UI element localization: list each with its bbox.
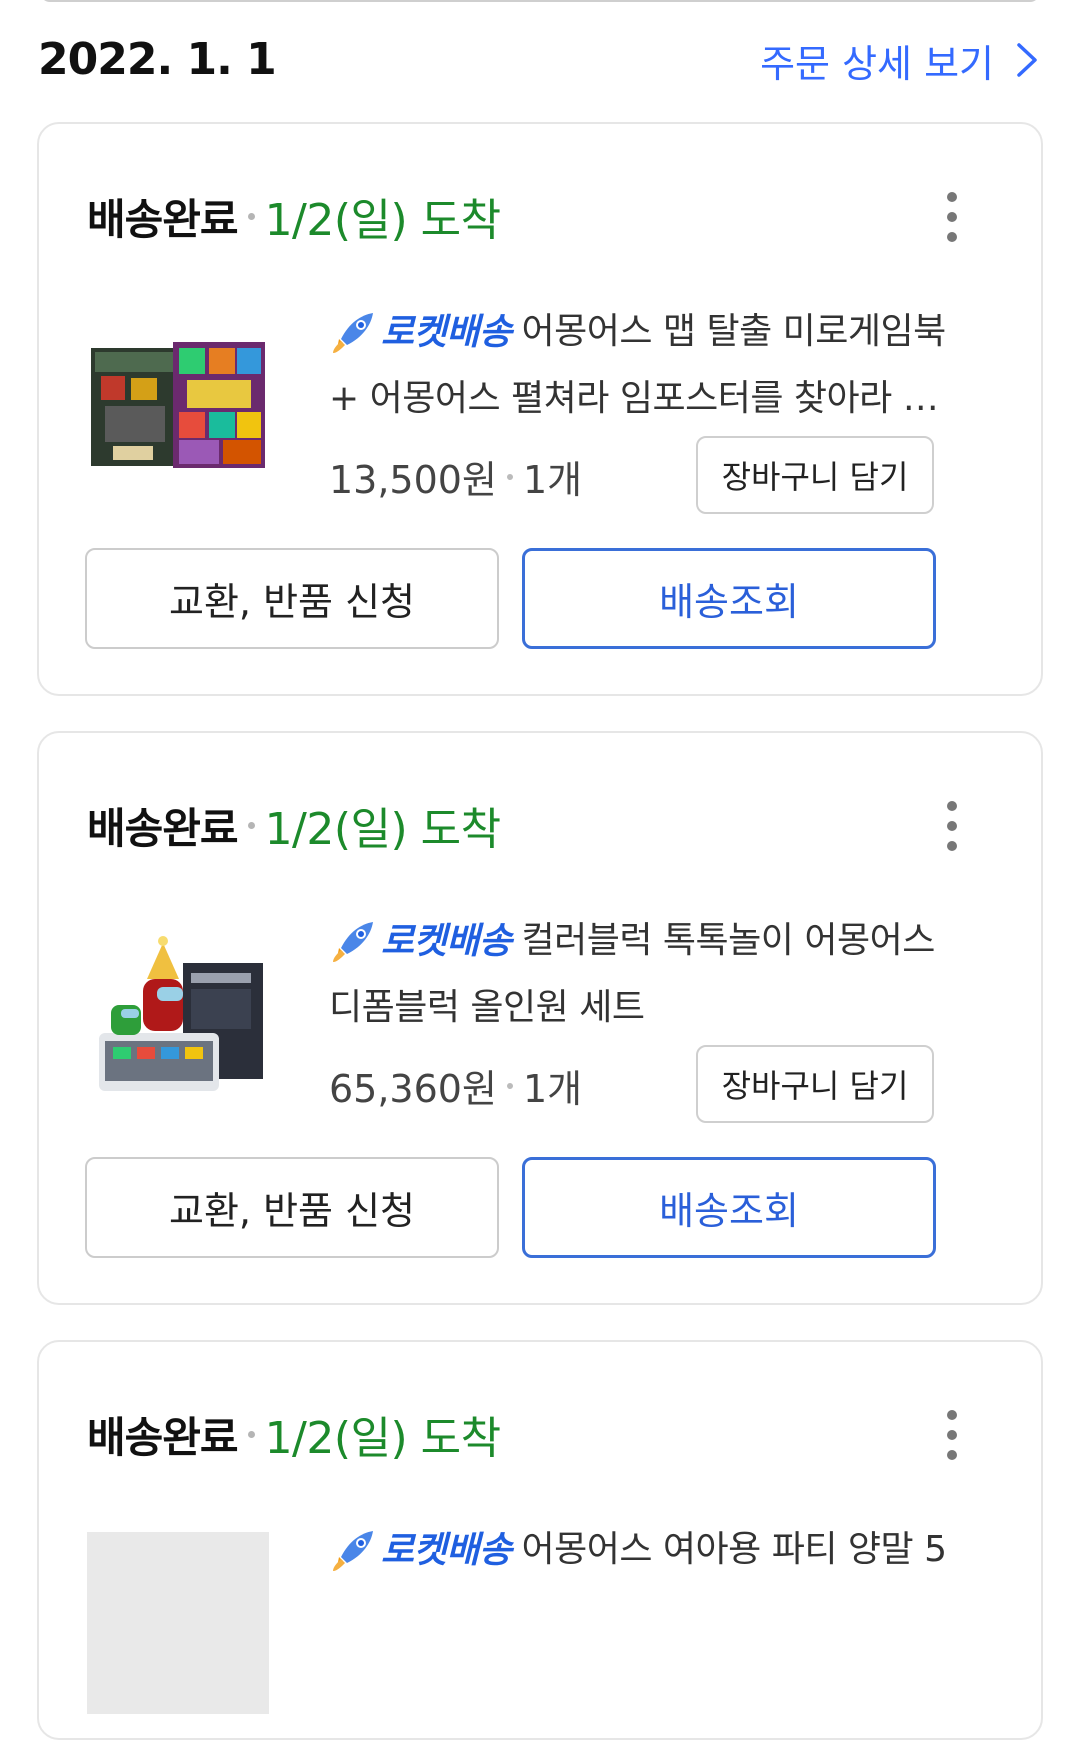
more-options-icon[interactable] xyxy=(939,801,963,851)
price-quantity: 13,500원 1개 xyxy=(329,449,582,504)
separator-dot xyxy=(247,821,255,829)
rocket-icon xyxy=(333,922,373,962)
product-info[interactable]: 로켓배송 어몽어스 맵 탈출 미로게임북 + 어몽어스 펼쳐라 임포스터를 찾아라… xyxy=(329,299,969,432)
product-title[interactable]: 로켓배송 컬러블럭 톡톡놀이 어몽어스 디폼블럭 올인원 세트 xyxy=(329,908,969,1041)
rocket-delivery-badge: 로켓배송 xyxy=(329,1518,512,1584)
previous-card-edge xyxy=(40,0,1040,2)
rocket-delivery-label: 로켓배송 xyxy=(381,312,512,353)
product-title[interactable]: 로켓배송 어몽어스 여아용 파티 양말 5 xyxy=(329,1517,969,1584)
more-options-icon[interactable] xyxy=(939,192,963,242)
exchange-return-button[interactable]: 교환, 반품 신청 xyxy=(85,1157,499,1258)
delivery-status: 배송완료 1/2(일) 도착 xyxy=(87,793,501,857)
order-actions: 교환, 반품 신청 배송조회 xyxy=(85,1157,936,1258)
order-card: 배송완료 1/2(일) 도착 로켓배송 어몽어스 여아용 파티 양말 5 xyxy=(37,1340,1043,1740)
product-title[interactable]: 로켓배송 어몽어스 맵 탈출 미로게임북 + 어몽어스 펼쳐라 임포스터를 찾아라… xyxy=(329,299,969,432)
separator-dot xyxy=(247,212,255,220)
delivery-status: 배송완료 1/2(일) 도착 xyxy=(87,184,501,248)
product-info[interactable]: 로켓배송 어몽어스 여아용 파티 양말 5 xyxy=(329,1517,969,1584)
separator-dot xyxy=(506,1082,513,1089)
arrival-date: 1/2(일) 도착 xyxy=(264,804,502,855)
product-info[interactable]: 로켓배송 컬러블럭 톡톡놀이 어몽어스 디폼블럭 올인원 세트 xyxy=(329,908,969,1041)
order-card: 배송완료 1/2(일) 도착 로켓배송 어몽어스 맵 탈출 미로게임북 + 어몽어… xyxy=(37,122,1043,696)
track-delivery-button[interactable]: 배송조회 xyxy=(522,548,936,649)
order-header: 2022. 1. 1 주문 상세 보기 xyxy=(38,30,1038,94)
more-options-icon[interactable] xyxy=(939,1410,963,1460)
arrival-date: 1/2(일) 도착 xyxy=(264,195,502,246)
add-to-cart-button[interactable]: 장바구니 담기 xyxy=(696,1045,934,1123)
product-price: 65,360원 xyxy=(329,1067,497,1111)
order-actions: 교환, 반품 신청 배송조회 xyxy=(85,548,936,649)
order-detail-link[interactable]: 주문 상세 보기 xyxy=(760,30,1038,90)
order-card: 배송완료 1/2(일) 도착 로켓배송 컬러블럭 톡톡놀이 어몽어스 디폼블럭 올… xyxy=(37,731,1043,1305)
product-name: 어몽어스 여아용 파티 양말 5 xyxy=(521,1529,947,1570)
rocket-delivery-badge: 로켓배송 xyxy=(329,909,512,975)
product-thumbnail[interactable] xyxy=(87,923,269,1105)
rocket-icon xyxy=(333,313,373,353)
product-thumbnail[interactable] xyxy=(87,1532,269,1714)
status-label: 배송완료 xyxy=(87,803,239,853)
socks-image xyxy=(87,1532,269,1714)
track-delivery-button[interactable]: 배송조회 xyxy=(522,1157,936,1258)
status-label: 배송완료 xyxy=(87,1412,239,1462)
rocket-delivery-label: 로켓배송 xyxy=(381,921,512,962)
book-set-image xyxy=(91,342,265,468)
add-to-cart-button[interactable]: 장바구니 담기 xyxy=(696,436,934,514)
chevron-right-icon xyxy=(1017,43,1037,77)
exchange-return-button[interactable]: 교환, 반품 신청 xyxy=(85,548,499,649)
price-quantity: 65,360원 1개 xyxy=(329,1058,582,1113)
status-label: 배송완료 xyxy=(87,194,239,244)
product-price: 13,500원 xyxy=(329,458,497,502)
product-quantity: 1개 xyxy=(522,458,583,502)
rocket-delivery-label: 로켓배송 xyxy=(381,1530,512,1571)
order-detail-label: 주문 상세 보기 xyxy=(760,41,994,86)
rocket-delivery-badge: 로켓배송 xyxy=(329,300,512,366)
separator-dot xyxy=(506,473,513,480)
order-date: 2022. 1. 1 xyxy=(38,34,277,85)
separator-dot xyxy=(247,1430,255,1438)
product-quantity: 1개 xyxy=(522,1067,583,1111)
rocket-icon xyxy=(333,1531,373,1571)
arrival-date: 1/2(일) 도착 xyxy=(264,1413,502,1464)
block-set-image xyxy=(99,936,263,1091)
delivery-status: 배송완료 1/2(일) 도착 xyxy=(87,1402,501,1466)
product-thumbnail[interactable] xyxy=(87,314,269,496)
